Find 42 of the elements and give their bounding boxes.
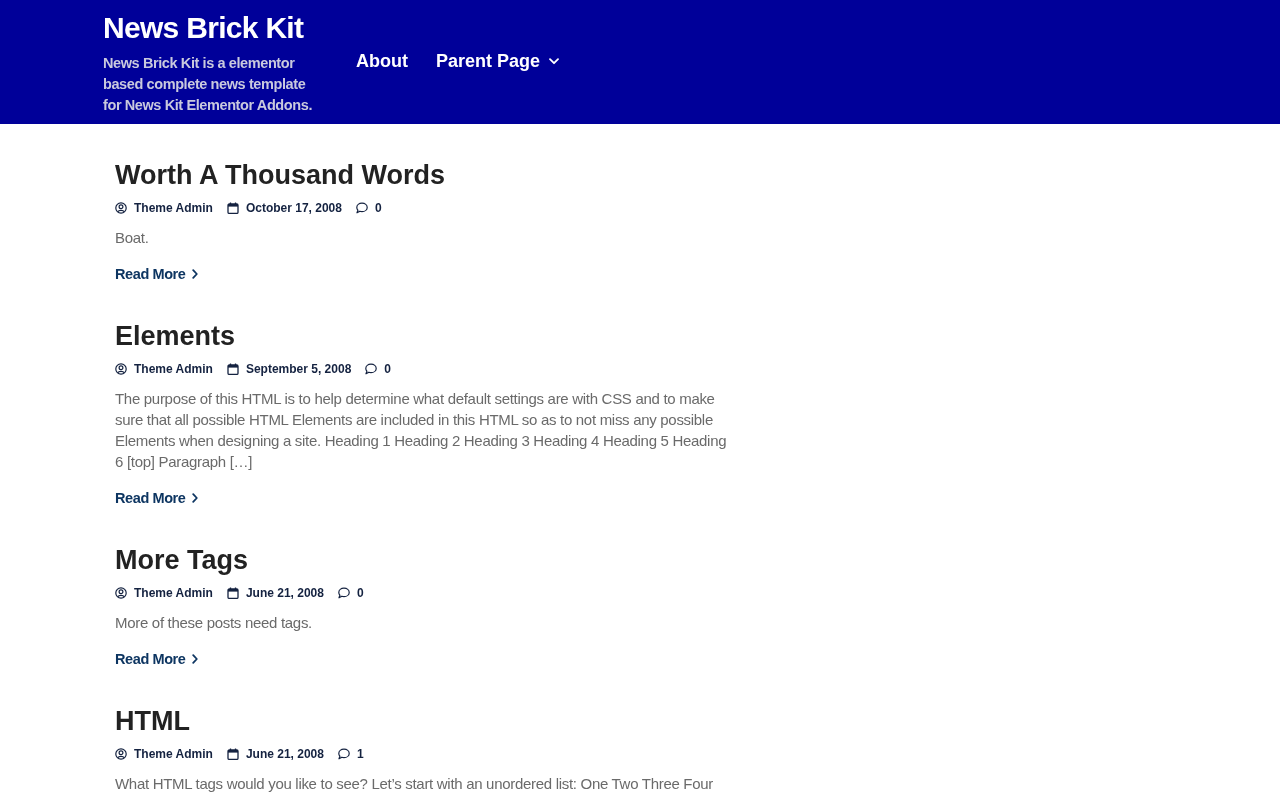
user-icon <box>115 202 127 214</box>
chevron-right-icon <box>191 493 198 503</box>
comment-count[interactable]: 0 <box>374 199 382 217</box>
calendar-icon <box>226 587 239 599</box>
post-excerpt: What HTML tags would you like to see? Let’s start with an unordered list: One Two Three Four <box>115 774 714 794</box>
user-icon <box>115 748 127 760</box>
post-excerpt: More of these posts need tags. <box>115 613 313 633</box>
post-title[interactable]: HTML <box>115 704 735 738</box>
comment-icon <box>337 587 350 599</box>
post-date[interactable]: September 5, 2008 <box>245 360 352 378</box>
post-title[interactable]: Worth A Thousand Words <box>115 158 735 192</box>
comment-count[interactable]: 0 <box>384 360 391 378</box>
user-icon <box>115 587 127 599</box>
post-date[interactable]: June 21, 2008 <box>245 745 324 763</box>
post-author[interactable]: Theme Admin <box>134 584 213 602</box>
chevron-right-icon <box>191 654 198 664</box>
site-title[interactable]: News Brick Kit <box>103 10 318 46</box>
nav-link[interactable]: Parent Page <box>436 48 560 74</box>
post-excerpt: The purpose of this HTML is to help determine what default settings are with CSS and to make sure that all possible HTML Elements are included in this HTML so as to not miss any possible Elements when designing a site. Heading 1 Heading 2 Heading 3 Heading 4 Heading 5 Heading 6 [top] Paragraph […] <box>115 389 728 472</box>
read-more-link[interactable]: Read More <box>115 263 198 285</box>
comment-count[interactable]: 0 <box>356 584 364 602</box>
comment-icon <box>337 748 350 760</box>
post-title[interactable]: Elements <box>115 319 735 353</box>
comment-count[interactable]: 1 <box>356 745 364 763</box>
read-more-link[interactable]: Read More <box>115 487 198 509</box>
comment-icon <box>355 202 368 214</box>
calendar-icon <box>226 748 239 760</box>
user-icon <box>115 363 127 375</box>
post-date[interactable]: October 17, 2008 <box>245 199 342 217</box>
post-author[interactable]: Theme Admin <box>134 360 213 378</box>
read-more-link[interactable]: Read More <box>115 648 198 670</box>
post-date[interactable]: June 21, 2008 <box>245 584 324 602</box>
comment-icon <box>365 363 378 375</box>
post-excerpt: Boat. <box>115 228 150 248</box>
post-author[interactable]: Theme Admin <box>134 199 213 217</box>
calendar-icon <box>226 363 239 375</box>
post-author[interactable]: Theme Admin <box>134 745 213 763</box>
nav-link[interactable]: About <box>356 48 408 74</box>
site-tagline: News Brick Kit is a elementor based complete news template for News Kit Elementor Addons. <box>103 54 313 115</box>
chevron-right-icon <box>191 269 198 279</box>
post-title[interactable]: More Tags <box>115 543 735 577</box>
calendar-icon <box>226 202 239 214</box>
